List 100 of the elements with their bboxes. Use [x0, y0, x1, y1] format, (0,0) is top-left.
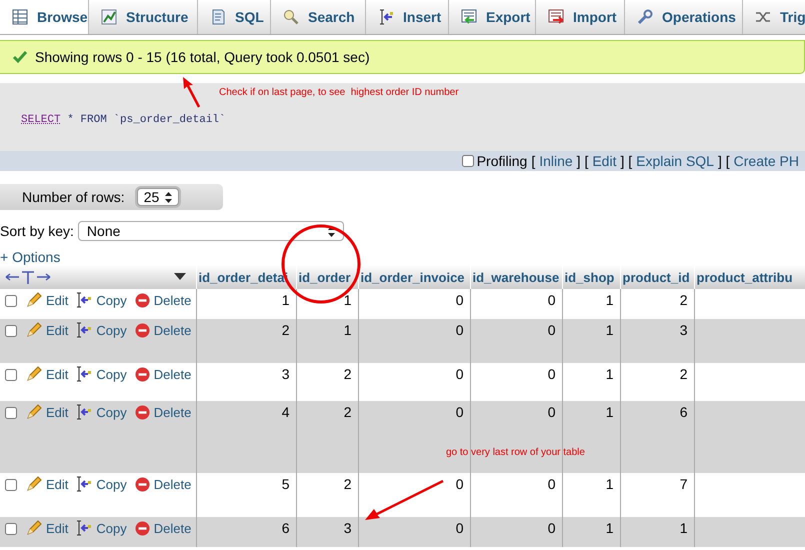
- tab[interactable]: Operations: [625, 0, 743, 34]
- table-cell: 6: [196, 517, 296, 547]
- table-icon: [12, 9, 28, 25]
- insert-icon: [378, 9, 394, 25]
- row-checkbox[interactable]: [5, 407, 17, 419]
- action-link[interactable]: Copy: [96, 404, 127, 420]
- profiling-checkbox[interactable]: [462, 155, 474, 167]
- pencil-icon: [26, 366, 42, 382]
- action-link[interactable]: Delete: [154, 292, 192, 308]
- copy-icon: [76, 292, 92, 308]
- column-header[interactable]: product_attribu: [694, 265, 805, 289]
- delete-icon: [134, 476, 150, 492]
- action-link[interactable]: Edit: [46, 476, 68, 492]
- copy-icon: [76, 322, 92, 338]
- action-link[interactable]: Delete: [154, 366, 192, 382]
- tab[interactable]: Import: [536, 0, 625, 34]
- action-link[interactable]: Copy: [96, 476, 127, 492]
- row-checkbox[interactable]: [5, 369, 17, 381]
- row-checkbox[interactable]: [5, 295, 17, 307]
- table-cell: 1: [296, 319, 358, 363]
- rows-spinner[interactable]: 25: [136, 188, 179, 206]
- column-arrows-icon: [5, 270, 51, 284]
- column-header[interactable]: id_shop: [562, 265, 620, 289]
- action-link[interactable]: Edit: [46, 322, 68, 338]
- annotation-text: go to very last row of your table: [446, 447, 585, 458]
- action-link[interactable]: Delete: [154, 476, 192, 492]
- table-cell: 2: [296, 401, 358, 473]
- annotation-arrow: [183, 77, 200, 108]
- delete-icon: [134, 366, 150, 382]
- profiling-label: Profiling: [476, 153, 528, 169]
- pencil-icon: [26, 520, 42, 536]
- column-header[interactable]: product_id: [620, 265, 694, 289]
- delete-icon: [134, 520, 150, 536]
- row-checkbox[interactable]: [5, 523, 17, 535]
- table-cell: 1: [562, 319, 620, 363]
- copy-icon: [76, 476, 92, 492]
- bracket-text: ] [: [718, 153, 730, 169]
- pencil-icon: [26, 404, 42, 420]
- action-link[interactable]: Copy: [96, 366, 127, 382]
- table-cell: 4: [196, 401, 296, 473]
- copy-icon: [76, 520, 92, 536]
- column-header[interactable]: id_order: [296, 265, 358, 289]
- tab[interactable]: Insert: [366, 0, 449, 34]
- bracket-text: ] [: [620, 153, 632, 169]
- message-text: Showing rows 0 - 15 (16 total, Query took 0.0501 sec): [35, 49, 370, 65]
- table-cell: 3: [620, 319, 694, 363]
- action-link[interactable]: Copy: [96, 520, 127, 536]
- table-cell: 0: [470, 517, 562, 547]
- tab[interactable]: Trig: [743, 0, 805, 34]
- action-link[interactable]: Edit: [46, 292, 68, 308]
- import-icon: [548, 9, 564, 25]
- action-link[interactable]: Copy: [96, 292, 127, 308]
- rows-label: Number of rows:: [22, 189, 125, 205]
- table-cell: 2: [196, 319, 296, 363]
- action-link[interactable]: Delete: [154, 404, 192, 420]
- action-link[interactable]: Copy: [96, 322, 127, 338]
- profiling-link[interactable]: Inline: [539, 153, 573, 169]
- row-checkbox[interactable]: [5, 325, 17, 337]
- table-cell: 1: [620, 517, 694, 547]
- table-cell: 0: [358, 517, 470, 547]
- options-link[interactable]: + Options: [0, 249, 60, 265]
- column-header[interactable]: id_order_invoice: [358, 265, 470, 289]
- action-link[interactable]: Edit: [46, 520, 68, 536]
- profiling-link[interactable]: Create PH: [734, 153, 799, 169]
- bracket-text: ] [: [576, 153, 588, 169]
- row-checkbox[interactable]: [5, 479, 17, 491]
- delete-icon: [134, 404, 150, 420]
- sql-query: SELECT * FROM `ps_order_detail`: [21, 114, 226, 126]
- copy-icon: [76, 404, 92, 420]
- tab[interactable]: SQL: [198, 0, 271, 34]
- column-header[interactable]: id_warehouse: [470, 265, 562, 289]
- copy-icon: [76, 366, 92, 382]
- pencil-icon: [26, 476, 42, 492]
- wrench-icon: [637, 9, 653, 25]
- table-cell: 1: [562, 517, 620, 547]
- chart-icon: [101, 9, 117, 25]
- tab[interactable]: Search: [271, 0, 366, 34]
- table-cell: 0: [358, 319, 470, 363]
- action-link[interactable]: Delete: [154, 520, 192, 536]
- delete-icon: [134, 322, 150, 338]
- select-arrows-icon: [328, 226, 335, 236]
- export-icon: [461, 9, 477, 25]
- profiling-link[interactable]: Explain SQL: [636, 153, 714, 169]
- tab[interactable]: Structure: [89, 0, 198, 34]
- tab[interactable]: Export: [449, 0, 536, 34]
- sort-select[interactable]: None: [78, 221, 344, 241]
- table-cell: 0: [470, 319, 562, 363]
- pencil-icon: [26, 292, 42, 308]
- profiling-link[interactable]: Edit: [592, 153, 616, 169]
- sort-label: Sort by key:: [0, 223, 74, 239]
- spinner-arrows-icon: [164, 192, 172, 202]
- annotation-text: Check if on last page, to see highest order ID number: [219, 87, 459, 98]
- action-link[interactable]: Edit: [46, 404, 68, 420]
- check-icon: [12, 50, 28, 64]
- delete-icon: [134, 292, 150, 308]
- search-icon: [283, 9, 299, 25]
- action-link[interactable]: Edit: [46, 366, 68, 382]
- action-link[interactable]: Delete: [154, 322, 192, 338]
- bracket-text: [: [531, 153, 536, 169]
- table-cell: 6: [620, 401, 694, 473]
